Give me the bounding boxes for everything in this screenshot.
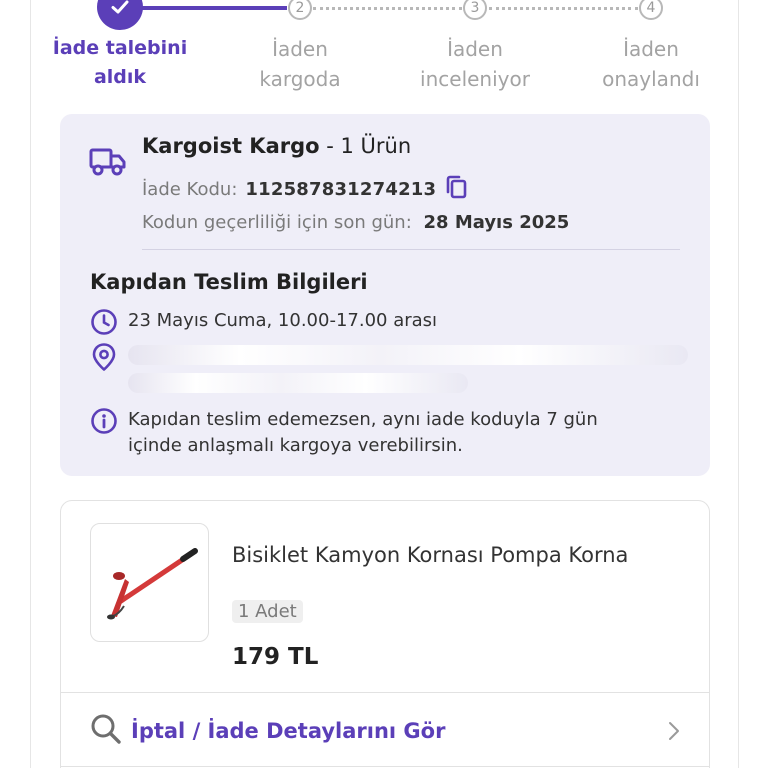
step-2-label-line2: kargoda [259,67,341,91]
truck-icon [89,147,127,181]
product-name[interactable]: Bisiklet Kamyon Kornası Pompa Korna [232,543,628,567]
step-connector-3-4 [489,7,638,10]
product-image[interactable] [90,523,209,642]
step-3-number: 3 [463,0,487,20]
return-code-label: İade Kodu: [142,179,238,200]
step-4-label: İaden onaylandı [581,34,721,94]
step-3-label: İaden inceleniyor [400,34,550,94]
copy-icon[interactable] [444,174,468,205]
delivery-info-row: Kapıdan teslim edemezsen, aynı iade kodu… [90,407,690,459]
delivery-time-window: 23 Mayıs Cuma, 10.00-17.00 arası [128,310,438,331]
carrier-item-count: - 1 Ürün [319,134,412,158]
location-pin-icon [90,342,118,377]
step-1-label-line2: aldık [93,66,147,88]
step-2-number: 2 [288,0,312,20]
step-3-label-line1: İaden [447,37,503,61]
code-expiry-date: 28 Mayıs 2025 [423,212,570,233]
return-code-value: 112587831274213 [245,179,437,200]
search-icon [89,712,123,750]
delivery-section-title: Kapıdan Teslim Bilgileri [90,270,368,294]
return-progress-stepper: 2 3 4 İade talebini aldık İaden kargoda … [0,0,768,100]
quantity-badge: 1 Adet [232,600,303,623]
delivery-time-row: 23 Mayıs Cuma, 10.00-17.00 arası [90,308,437,341]
redacted-address-line-1 [128,345,688,365]
product-card-divider [61,692,709,693]
card-divider [142,249,680,250]
delivery-info-line2: içinde anlaşmalı kargoya verebilirsin. [128,435,463,456]
delivery-address-row [90,342,688,393]
step-2-label-line1: İaden [272,37,328,61]
carrier-name: Kargoist Kargo [142,134,320,158]
shipment-info-card: Kargoist Kargo - 1 Ürün İade Kodu: 11258… [60,114,710,476]
return-code-line: İade Kodu: 112587831274213 [142,174,468,205]
delivery-address-redacted [128,342,688,393]
carrier-line: Kargoist Kargo - 1 Ürün [142,134,411,158]
step-3-label-line2: inceleniyor [420,67,530,91]
step-connector-2-3 [313,7,462,10]
step-2-label: İaden kargoda [230,34,370,94]
step-4-label-line2: onaylandı [602,67,700,91]
delivery-info-text: Kapıdan teslim edemezsen, aynı iade kodu… [128,407,598,459]
step-connector-done [142,6,287,10]
step-1-check-icon [97,0,143,30]
code-expiry-line: Kodun geçerliliği için son gün: 28 Mayıs… [142,212,569,233]
step-1-label: İade talebini aldık [40,34,200,92]
clock-icon [90,308,118,341]
delivery-info-line1: Kapıdan teslim edemezsen, aynı iade kodu… [128,409,598,430]
step-4-label-line1: İaden [623,37,679,61]
bottom-divider [61,766,709,767]
redacted-address-line-2 [128,373,468,393]
info-icon [90,407,118,440]
product-price: 179 TL [232,644,319,670]
product-card: Bisiklet Kamyon Kornası Pompa Korna 1 Ad… [60,500,710,768]
chevron-right-icon [667,719,681,747]
code-expiry-label: Kodun geçerliliği için son gün: [142,212,412,233]
cancel-return-details-link[interactable]: İptal / İade Detaylarını Gör [89,711,681,751]
details-link-label[interactable]: İptal / İade Detaylarını Gör [131,719,445,743]
step-1-label-line1: İade talebini [52,37,188,59]
step-4-number: 4 [639,0,663,20]
